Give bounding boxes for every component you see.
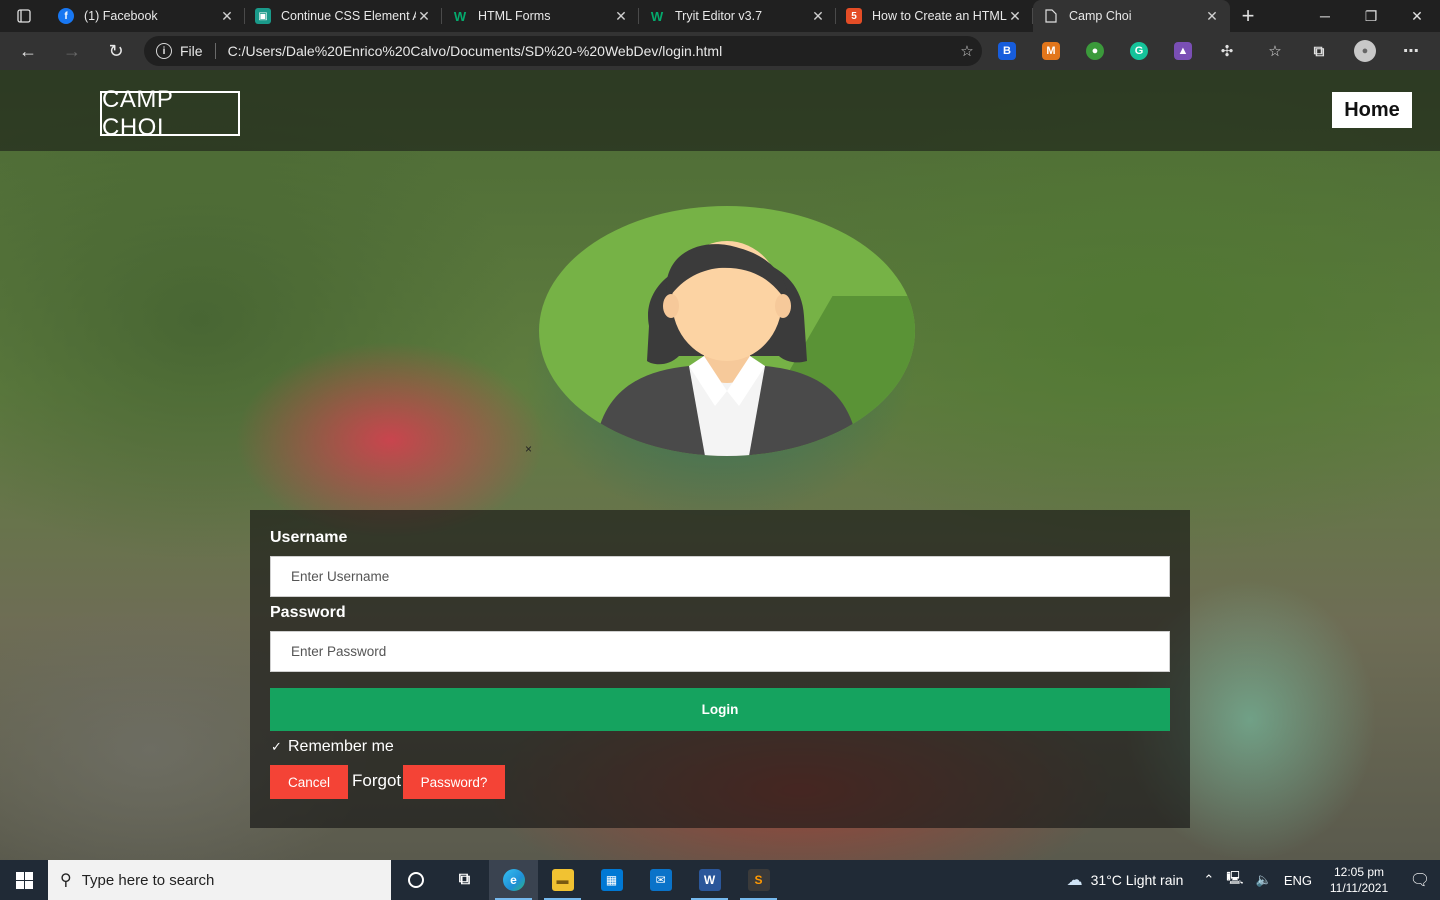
grammarly-icon[interactable]: G: [1117, 32, 1161, 70]
login-button[interactable]: Login: [270, 688, 1170, 731]
mail-icon[interactable]: ✉: [636, 860, 685, 900]
divider: [214, 43, 216, 59]
favorites-icon[interactable]: ☆: [1253, 32, 1297, 70]
tab-title: Continue CSS Element A: [281, 9, 416, 23]
file-explorer-icon[interactable]: ▬: [538, 860, 587, 900]
site-header: CAMP CHOI Home: [0, 70, 1440, 151]
notifications-icon[interactable]: 🗨: [1400, 870, 1440, 890]
sublime-text-icon[interactable]: S: [734, 860, 783, 900]
network-icon[interactable]: 🖳: [1226, 869, 1243, 891]
back-icon[interactable]: ←: [6, 32, 50, 70]
windows-logo-icon: [15, 871, 33, 889]
taskbar-search-box[interactable]: ⚲ Type here to search: [48, 860, 391, 900]
extension-globe-icon[interactable]: ●: [1073, 32, 1117, 70]
cloud-rain-icon: ☁: [1066, 872, 1083, 889]
chevron-up-icon[interactable]: ⌃: [1203, 872, 1214, 888]
html5-icon: 5: [846, 8, 862, 24]
password-input[interactable]: [270, 631, 1170, 672]
tab-title: How to Create an HTML: [872, 9, 1007, 23]
cancel-button[interactable]: Cancel: [270, 765, 348, 799]
task-view-icon[interactable]: ⧉: [440, 860, 489, 900]
close-tab-icon[interactable]: ✕: [416, 8, 432, 25]
stray-close-glyph: ×: [525, 442, 533, 456]
bitwarden-icon[interactable]: B: [985, 32, 1029, 70]
url-text[interactable]: C:/Users/Dale%20Enrico%20Calvo/Documents…: [228, 43, 952, 59]
windows-taskbar: ⚲ Type here to search ⧉ e ▬ ▦ ✉ W S ☁ 31…: [0, 860, 1440, 900]
browser-tab-html-forms[interactable]: W HTML Forms ✕: [442, 0, 639, 32]
clock-time: 12:05 pm: [1333, 865, 1385, 879]
system-tray: ☁ 31°C Light rain ⌃ 🖳 🔈 ENG 12:05 pm 11/…: [1067, 860, 1440, 900]
weather-condition: Light rain: [1125, 872, 1184, 888]
start-button[interactable]: [0, 860, 48, 900]
browser-tab-facebook[interactable]: f (1) Facebook ✕: [48, 0, 245, 32]
facebook-icon: f: [58, 8, 74, 24]
search-icon: ⚲: [60, 872, 72, 889]
restore-icon[interactable]: ❐: [1348, 0, 1394, 32]
close-tab-icon[interactable]: ✕: [1007, 8, 1023, 25]
close-tab-icon[interactable]: ✕: [219, 8, 235, 25]
tab-actions-icon[interactable]: [0, 0, 48, 32]
refresh-icon[interactable]: ↻: [94, 32, 138, 70]
cortana-icon[interactable]: [391, 860, 440, 900]
login-form: Username Password Login ✓ Remember me Ca…: [250, 510, 1190, 828]
browser-tab-camp-choi[interactable]: Camp Choi ✕: [1033, 0, 1230, 32]
window-controls: ─ ❐ ✕: [1302, 0, 1440, 32]
browser-tab-create-html[interactable]: 5 How to Create an HTML ✕: [836, 0, 1033, 32]
address-bar[interactable]: i File C:/Users/Dale%20Enrico%20Calvo/Do…: [144, 36, 982, 66]
close-tab-icon[interactable]: ✕: [1204, 8, 1220, 25]
collections-icon[interactable]: ⧉: [1297, 32, 1341, 70]
info-icon[interactable]: i: [156, 43, 172, 59]
w3schools-icon: W: [453, 8, 467, 24]
forward-icon[interactable]: →: [50, 32, 94, 70]
username-input[interactable]: [270, 556, 1170, 597]
store-icon[interactable]: ▦: [587, 860, 636, 900]
password-label: Password: [270, 604, 346, 621]
clock[interactable]: 12:05 pm 11/11/2021: [1324, 864, 1394, 896]
w3schools-icon: W: [650, 8, 664, 24]
add-favorite-icon[interactable]: ☆: [952, 42, 982, 60]
extensions-puzzle-icon[interactable]: ✣: [1205, 32, 1249, 70]
more-menu-icon[interactable]: ⋯: [1389, 32, 1433, 70]
close-tab-icon[interactable]: ✕: [810, 8, 826, 25]
tab-title: (1) Facebook: [84, 9, 158, 23]
page-viewport: CAMP CHOI Home × Username Enter Username…: [0, 70, 1440, 860]
course-icon: ▣: [255, 8, 271, 24]
close-tab-icon[interactable]: ✕: [613, 8, 629, 25]
close-window-icon[interactable]: ✕: [1394, 0, 1440, 32]
file-icon: [1043, 8, 1059, 24]
weather-widget[interactable]: ☁ 31°C Light rain: [1067, 870, 1184, 890]
forgot-text: Forgot: [352, 771, 402, 790]
browser-tab-tryit-editor[interactable]: W Tryit Editor v3.7 ✕: [639, 0, 836, 32]
scheme-label: File: [180, 43, 203, 59]
browser-tab-strip: f (1) Facebook ✕ ▣ Continue CSS Element …: [0, 0, 1440, 32]
site-logo[interactable]: CAMP CHOI: [100, 86, 240, 141]
profile-avatar[interactable]: ●: [1343, 32, 1387, 70]
tab-title: Tryit Editor v3.7: [675, 9, 763, 23]
tab-title: HTML Forms: [478, 9, 551, 23]
metamask-icon[interactable]: M: [1029, 32, 1073, 70]
word-icon[interactable]: W: [685, 860, 734, 900]
username-label: Username: [270, 529, 348, 546]
volume-icon[interactable]: 🔈: [1256, 872, 1272, 888]
weather-temp: 31°C: [1090, 872, 1122, 888]
extension-wizard-icon[interactable]: ▲: [1161, 32, 1205, 70]
clock-date: 11/11/2021: [1329, 881, 1389, 895]
language-indicator[interactable]: ENG: [1284, 873, 1312, 888]
search-placeholder: Type here to search: [81, 871, 215, 889]
browser-tab-css-course[interactable]: ▣ Continue CSS Element A ✕: [245, 0, 442, 32]
edge-taskbar-icon[interactable]: e: [489, 860, 538, 900]
minimize-icon[interactable]: ─: [1302, 0, 1348, 32]
forgot-password-button[interactable]: Password?: [403, 765, 505, 799]
remember-me-label: Remember me: [288, 738, 394, 755]
tab-title: Camp Choi: [1069, 9, 1132, 23]
home-nav-button[interactable]: Home: [1332, 92, 1412, 128]
remember-me-row: ✓ Remember me: [270, 738, 394, 756]
user-avatar-image: [539, 206, 915, 456]
new-tab-button[interactable]: +: [1232, 0, 1264, 32]
remember-me-checkbox[interactable]: ✓: [270, 739, 283, 754]
